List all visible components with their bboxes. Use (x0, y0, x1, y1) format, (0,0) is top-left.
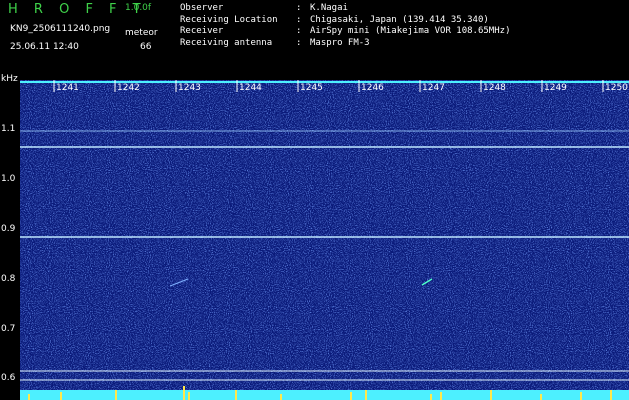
x-tick-label: 1247 (422, 83, 445, 93)
burst-mark (490, 390, 492, 400)
info-value: Maspro FM-3 (310, 37, 370, 48)
info-value: K.Nagai (310, 3, 348, 13)
info-separator: : (296, 26, 302, 36)
burst-mark (188, 392, 190, 400)
x-tick-label: 1242 (117, 83, 140, 93)
x-tick-label: 1243 (178, 83, 201, 93)
info-separator: : (296, 3, 302, 13)
info-key: Receiver (180, 26, 224, 36)
info-block: Observer: K.Nagai Receiving Location: Chig… (180, 3, 510, 49)
y-tick-label: 0.9 (1, 224, 16, 234)
y-tick-label: 0.6 (1, 373, 16, 383)
burst-mark (610, 390, 612, 400)
info-key: Receiving Location (180, 14, 278, 25)
burst-mark (580, 392, 582, 400)
file-name: KN9_2506111240.png (10, 24, 111, 34)
x-tick-label: 1250 (605, 83, 628, 93)
info-key: Observer (180, 3, 224, 13)
info-row-location: Receiving Location: Chigasaki, Japan (139… (180, 15, 510, 27)
info-key: Receiving antenna (180, 37, 273, 48)
burst-mark (365, 390, 367, 400)
x-tick-label: 1249 (544, 83, 567, 93)
info-value: AirSpy mini (Miakejima VOR 108.65MHz) (310, 26, 511, 36)
y-tick-label: 1.0 (1, 174, 16, 184)
info-row-observer: Observer: K.Nagai (180, 3, 510, 15)
info-separator: : (296, 37, 302, 48)
timestamp: 25.06.11 12:40 (10, 42, 79, 52)
y-tick-label: 0.7 (1, 324, 16, 334)
info-row-receiver: Receiver: AirSpy mini (Miakejima VOR 108.… (180, 26, 510, 38)
app-version: 1.0.0f (125, 3, 152, 13)
meteor-label: meteor (125, 28, 158, 38)
x-tick-label: 1248 (483, 83, 506, 93)
info-row-antenna: Receiving antenna: Maspro FM-3 (180, 38, 510, 50)
burst-mark (115, 390, 117, 400)
y-tick-label: 1.1 (1, 124, 16, 134)
x-tick-label: 1246 (361, 83, 384, 93)
burst-mark (60, 392, 62, 400)
spectrogram-noise (20, 80, 629, 400)
info-separator: : (296, 14, 302, 25)
burst-mark (350, 392, 352, 400)
info-value: Chigasaki, Japan (139.414 35.340) (310, 14, 489, 25)
burst-mark (183, 386, 185, 400)
x-tick-label: 1244 (239, 83, 262, 93)
y-tick-label: 0.8 (1, 274, 16, 284)
spectrogram: 1241 1242 1243 1244 1245 1246 1247 1248 1249 1250 (20, 80, 629, 400)
burst-mark (430, 394, 432, 400)
burst-mark (28, 394, 30, 400)
burst-mark (540, 394, 542, 400)
x-tick-label: 1241 (56, 83, 79, 93)
burst-mark (235, 390, 237, 400)
burst-mark (280, 394, 282, 400)
baseline-band (20, 390, 629, 400)
burst-mark (440, 392, 442, 400)
spectrogram-canvas: 1241 1242 1243 1244 1245 1246 1247 1248 1249 1250 (20, 80, 629, 400)
x-tick-label: 1245 (300, 83, 323, 93)
y-axis-unit: kHz (1, 74, 18, 84)
meteor-count: 66 (140, 42, 152, 52)
